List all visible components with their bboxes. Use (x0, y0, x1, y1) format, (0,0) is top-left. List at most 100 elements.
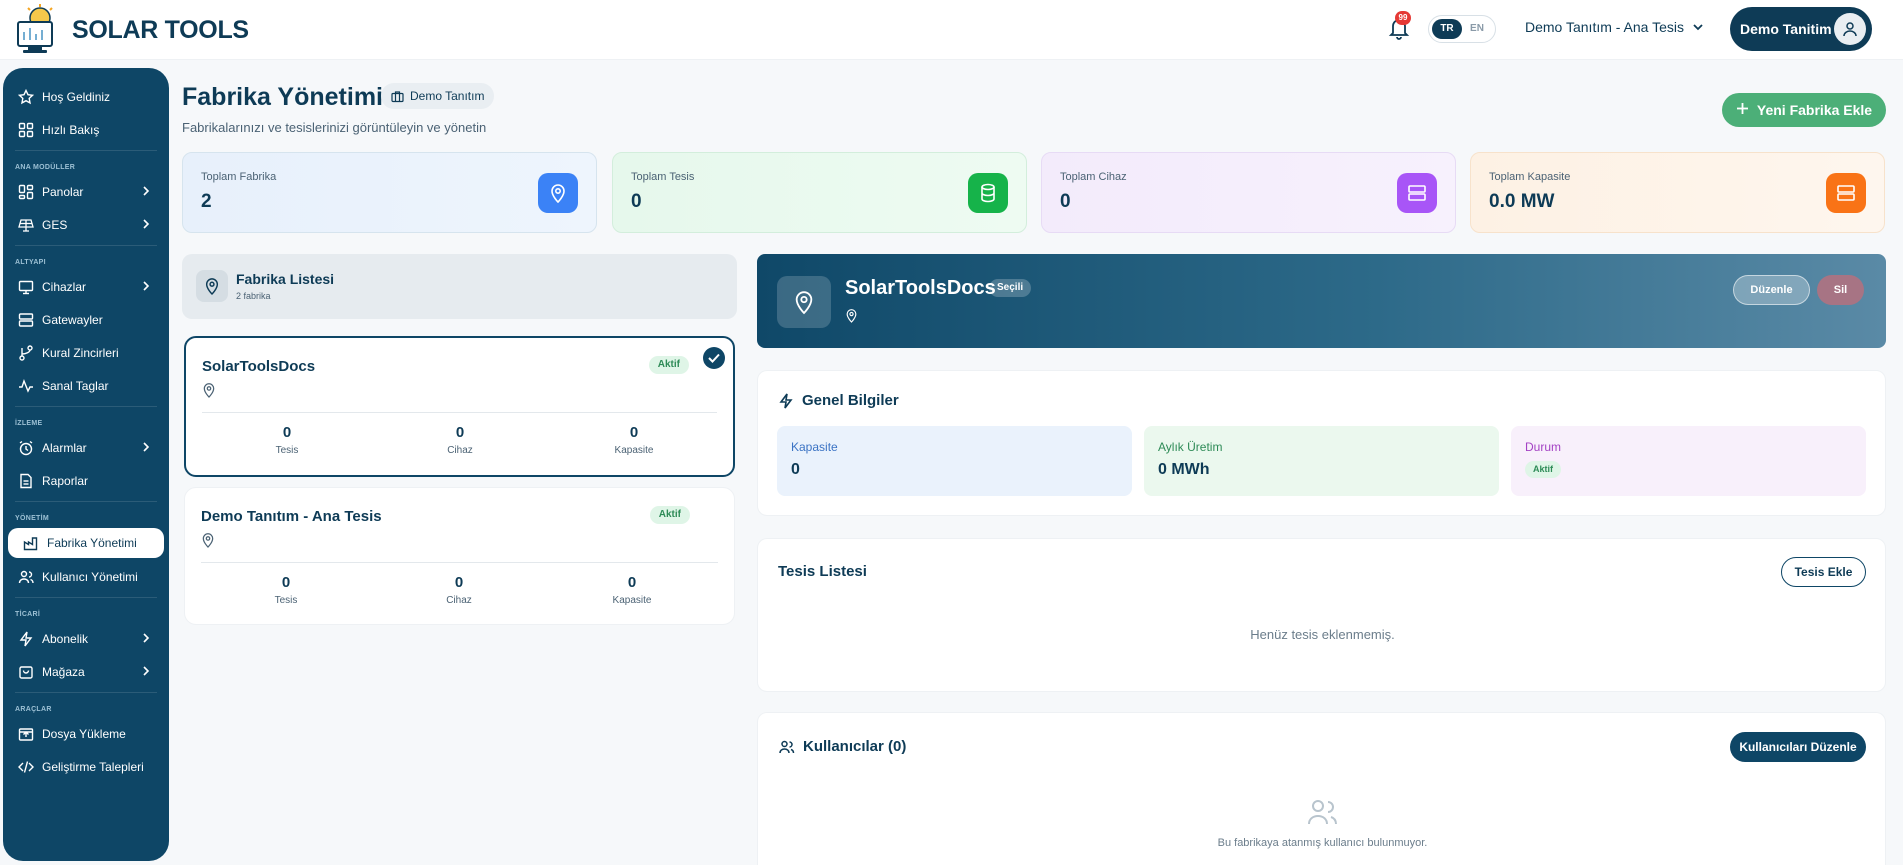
chevron-right-icon (141, 632, 151, 647)
briefcase-icon (391, 90, 404, 102)
facility-selector-label: Demo Tanıtım - Ana Tesis (1525, 19, 1684, 35)
sidebar-section-label: TİCARİ (15, 611, 41, 618)
info-label: Durum (1525, 440, 1562, 454)
facility-selector[interactable]: Demo Tanıtım - Ana Tesis (1525, 19, 1704, 35)
language-toggle[interactable]: TR EN (1428, 15, 1496, 43)
page-subtitle: Fabrikalarınızı ve tesislerinizi görüntü… (182, 120, 487, 135)
sidebar-divider (15, 150, 157, 151)
sidebar-item-label: Geliştirme Talepleri (42, 759, 144, 774)
factory-card[interactable]: Demo Tanıtım - Ana Tesis Aktif 0 Tesis 0 C… (184, 487, 735, 625)
info-box-durum: Durum Aktif (1511, 426, 1866, 496)
chevron-down-icon (1693, 24, 1703, 31)
user-name: Demo Tanitim (1740, 21, 1832, 37)
users-empty-message: Bu fabrikaya atanmış kullanıcı bulunmuyo… (1217, 837, 1428, 849)
sidebar-item-hos-geldiniz[interactable]: Hoş Geldiniz (3, 80, 169, 113)
factory-list-header: Fabrika Listesi 2 fabrika (182, 254, 737, 319)
sidebar-item-label: Abonelik (42, 631, 89, 646)
factory-detail-header: SolarToolsDocs Seçili (757, 254, 1886, 348)
alarm-clock-icon (17, 439, 35, 457)
status-badge: Aktif (648, 356, 689, 374)
status-badge: Aktif (649, 506, 690, 524)
metric-label: Kapasite (614, 445, 654, 456)
sidebar-divider (15, 406, 157, 407)
shopping-bag-icon (17, 663, 35, 681)
user-menu-button[interactable]: Demo Tanitim (1730, 7, 1872, 51)
sidebar-item-cihazlar[interactable]: Cihazlar (3, 270, 169, 303)
sidebar-item-hizli-bakis[interactable]: Hızlı Bakış (3, 113, 169, 146)
stat-label: Toplam Kapasite (1489, 171, 1571, 183)
delete-factory-button[interactable]: Sil (1817, 275, 1864, 305)
facility-list-title: Tesis Listesi (778, 563, 867, 580)
sidebar-item-fabrika-yonetimi[interactable]: Fabrika Yönetimi (8, 528, 164, 558)
server-icon (1826, 173, 1866, 213)
plus-icon (1736, 102, 1749, 118)
brand-logo[interactable]: SOLAR TOOLS (14, 4, 249, 56)
sidebar-item-kullanici-yonetimi[interactable]: Kullanıcı Yönetimi (3, 560, 169, 593)
metric-kapasite: 0 Kapasite (572, 574, 692, 606)
company-chip: Demo Tanıtım (381, 83, 495, 109)
location-pin-icon (202, 382, 216, 403)
stat-label: Toplam Tesis (631, 171, 695, 183)
general-info-title-text: Genel Bilgiler (802, 392, 899, 409)
facility-list-panel: Tesis Listesi Henüz tesis eklenmemiş. (757, 538, 1886, 692)
metric-value: 0 (454, 574, 464, 591)
users-title: Kullanıcılar (0) (778, 738, 906, 755)
sidebar-item-magaza[interactable]: Mağaza (3, 655, 169, 688)
new-factory-button[interactable]: Yeni Fabrika Ekle (1722, 93, 1886, 127)
factory-icon (22, 534, 40, 552)
metric-value: 0 (282, 424, 292, 441)
metric-label: Cihaz (447, 445, 473, 456)
stat-label: Toplam Fabrika (201, 171, 277, 183)
activity-icon (17, 377, 35, 395)
info-label: Aylık Üretim (1158, 440, 1223, 454)
server-icon (17, 311, 35, 329)
map-pin-icon (196, 270, 228, 302)
chevron-right-icon (141, 218, 151, 233)
lang-tr-option[interactable]: TR (1432, 19, 1462, 39)
metric-cihaz: 0 Cihaz (400, 424, 520, 456)
stat-card-toplam-kapasite: Toplam Kapasite 0.0 MW (1470, 152, 1885, 233)
sidebar-item-ges[interactable]: GES (3, 208, 169, 241)
bolt-icon (17, 630, 35, 648)
factory-card-selected[interactable]: SolarToolsDocs Aktif 0 Tesis 0 Cihaz 0 Kapa… (184, 336, 735, 477)
sidebar-item-gatewayler[interactable]: Gatewayler (3, 303, 169, 336)
sidebar-item-gelistirme-talepleri[interactable]: Geliştirme Talepleri (3, 750, 169, 783)
metric-value: 0 (455, 424, 465, 441)
sidebar-item-panolar[interactable]: Panolar (3, 175, 169, 208)
factory-list-count: 2 fabrika (236, 291, 271, 301)
map-pin-icon (777, 276, 831, 328)
branch-icon (17, 344, 35, 362)
monitor-icon (17, 278, 35, 296)
metric-tesis: 0 Tesis (227, 424, 347, 456)
page-title: Fabrika Yönetimi (182, 83, 383, 111)
add-facility-button[interactable]: Tesis Ekle (1781, 557, 1866, 587)
sidebar: Hoş Geldiniz Hızlı Bakış ANA MODÜLLER Pa… (3, 68, 169, 861)
notification-count-badge: 99 (1395, 11, 1411, 25)
metric-cihaz: 0 Cihaz (399, 574, 519, 606)
edit-users-button[interactable]: Kullanıcıları Düzenle (1730, 732, 1866, 762)
stat-value: 2 (201, 191, 212, 212)
lang-en-option[interactable]: EN (1462, 19, 1492, 39)
sidebar-section-label: ARAÇLAR (15, 706, 52, 713)
solar-logo-icon (14, 4, 62, 56)
info-box-kapasite: Kapasite 0 (777, 426, 1132, 496)
sidebar-item-label: Raporlar (42, 473, 89, 488)
sidebar-item-abonelik[interactable]: Abonelik (3, 622, 169, 655)
sidebar-item-dosya-yukleme[interactable]: Dosya Yükleme (3, 717, 169, 750)
sidebar-section-label: ALTYAPI (15, 259, 46, 266)
sidebar-divider (15, 245, 157, 246)
sidebar-item-label: Alarmlar (42, 440, 87, 455)
edit-factory-button[interactable]: Düzenle (1733, 275, 1810, 305)
selected-badge: Seçili (989, 279, 1032, 297)
stat-value: 0 (631, 191, 642, 212)
sidebar-item-label: Fabrika Yönetimi (47, 536, 137, 550)
sidebar-item-sanal-taglar[interactable]: Sanal Taglar (3, 369, 169, 402)
sidebar-item-kural-zincirleri[interactable]: Kural Zincirleri (3, 336, 169, 369)
top-bar: SOLAR TOOLS 99 TR EN Demo Tanıtım - Ana … (0, 0, 1903, 60)
solar-panel-icon (17, 216, 35, 234)
sidebar-item-label: Kural Zincirleri (42, 345, 119, 360)
sidebar-item-raporlar[interactable]: Raporlar (3, 464, 169, 497)
metric-value: 0 (629, 424, 639, 441)
sidebar-item-alarmlar[interactable]: Alarmlar (3, 431, 169, 464)
metric-label: Kapasite (612, 595, 652, 606)
